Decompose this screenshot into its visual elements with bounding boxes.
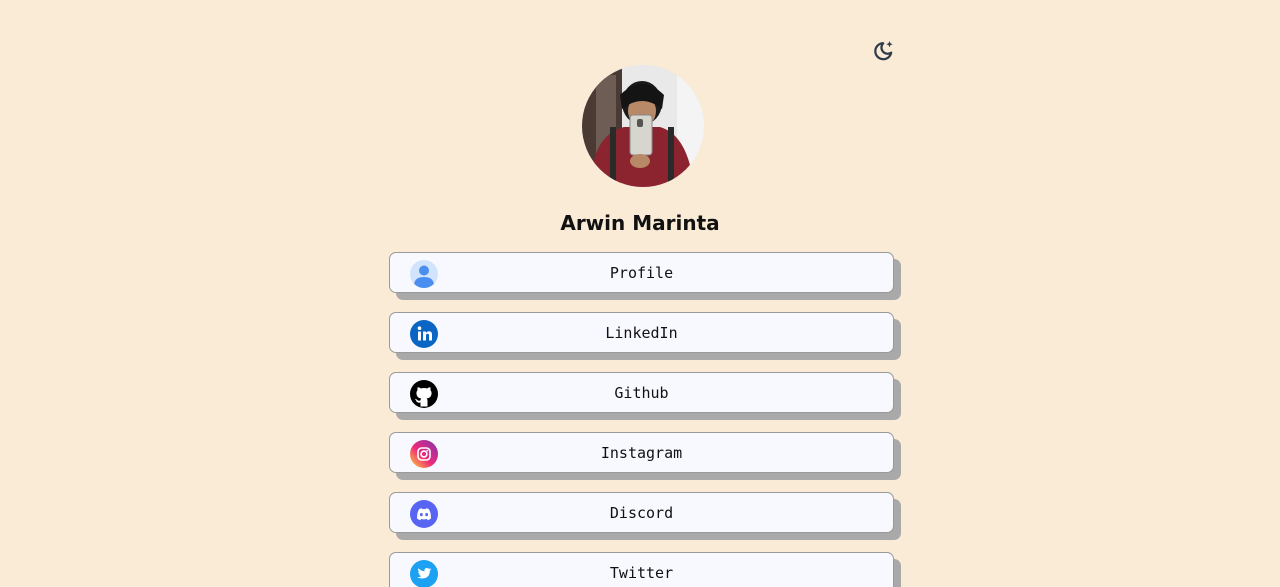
github-link-button[interactable]: Github: [389, 372, 894, 413]
link-label: LinkedIn: [605, 324, 678, 342]
avatar: [582, 65, 704, 187]
linkedin-link-button[interactable]: LinkedIn: [389, 312, 894, 353]
link-label: Instagram: [600, 444, 683, 462]
link-list: Profile LinkedIn Github Instagram Discor…: [389, 252, 905, 587]
profile-link-button[interactable]: Profile: [389, 252, 894, 293]
link-label: Discord: [609, 504, 674, 522]
theme-toggle-button[interactable]: [870, 40, 896, 66]
twitter-link-button[interactable]: Twitter: [389, 552, 894, 587]
link-label: Profile: [609, 264, 674, 282]
link-label: Twitter: [609, 564, 674, 582]
link-label: Github: [614, 384, 669, 402]
instagram-link-button[interactable]: Instagram: [389, 432, 894, 473]
profile-name: Arwin Marinta: [560, 211, 720, 235]
moon-sparkle-icon: [871, 39, 895, 67]
discord-link-button[interactable]: Discord: [389, 492, 894, 533]
